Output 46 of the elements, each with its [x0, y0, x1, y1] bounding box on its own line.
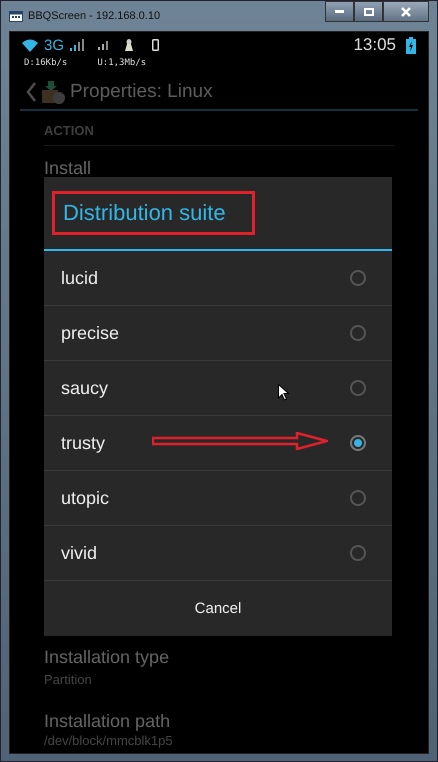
option-row[interactable]: precise	[44, 306, 392, 361]
option-label: saucy	[61, 378, 108, 398]
section-header: ACTION	[44, 123, 394, 146]
cancel-button[interactable]: Cancel	[44, 581, 392, 636]
radio-button[interactable]	[350, 380, 366, 396]
phone-icon	[152, 39, 160, 51]
option-row[interactable]: lucid	[44, 251, 392, 306]
screen-title: Properties: Linux	[70, 81, 213, 103]
option-label: trusty	[61, 432, 106, 454]
wifi-icon	[22, 38, 38, 52]
radio-button[interactable]	[350, 490, 366, 506]
minimize-icon	[335, 10, 344, 13]
cursor-icon	[278, 384, 289, 401]
signal-icon	[98, 40, 108, 50]
app-icon	[9, 10, 23, 22]
option-label: vivid	[61, 542, 98, 564]
option-row[interactable]: vivid	[44, 526, 392, 581]
option-label: lucid	[61, 268, 98, 288]
minimize-button[interactable]	[325, 1, 354, 22]
upload-speed: U:1,3Mb/s	[97, 58, 146, 70]
option-row[interactable]: trusty	[44, 416, 392, 471]
setting-summary: /dev/block/mmcblk1p5	[44, 733, 174, 748]
close-icon	[401, 6, 411, 16]
package-icon	[40, 79, 66, 105]
option-label: precise	[61, 322, 120, 344]
back-icon[interactable]	[26, 82, 36, 102]
dialog-title: Distribution suite	[63, 200, 226, 225]
close-button[interactable]	[383, 1, 429, 22]
radio-button[interactable]	[350, 270, 366, 286]
option-label: utopic	[61, 488, 110, 508]
setting-summary: Partition	[44, 672, 93, 687]
maximize-button[interactable]	[354, 1, 383, 22]
maximize-icon	[364, 8, 374, 16]
signal-icon	[70, 39, 84, 51]
radio-button[interactable]	[350, 435, 366, 451]
clock: 13:05	[353, 35, 396, 55]
network-type: 3G	[44, 36, 64, 54]
radio-button[interactable]	[350, 545, 366, 561]
download-speed: D:16Kb/s	[24, 58, 68, 70]
setting-title: Install	[44, 158, 92, 179]
window-title: BBQScreen - 192.168.0.10	[28, 10, 160, 22]
battery-icon	[406, 36, 416, 54]
setting-title: Installation type	[44, 647, 170, 668]
setting-title: Installation path	[44, 711, 172, 732]
option-row[interactable]: utopic	[44, 471, 392, 526]
radio-button[interactable]	[350, 325, 366, 341]
